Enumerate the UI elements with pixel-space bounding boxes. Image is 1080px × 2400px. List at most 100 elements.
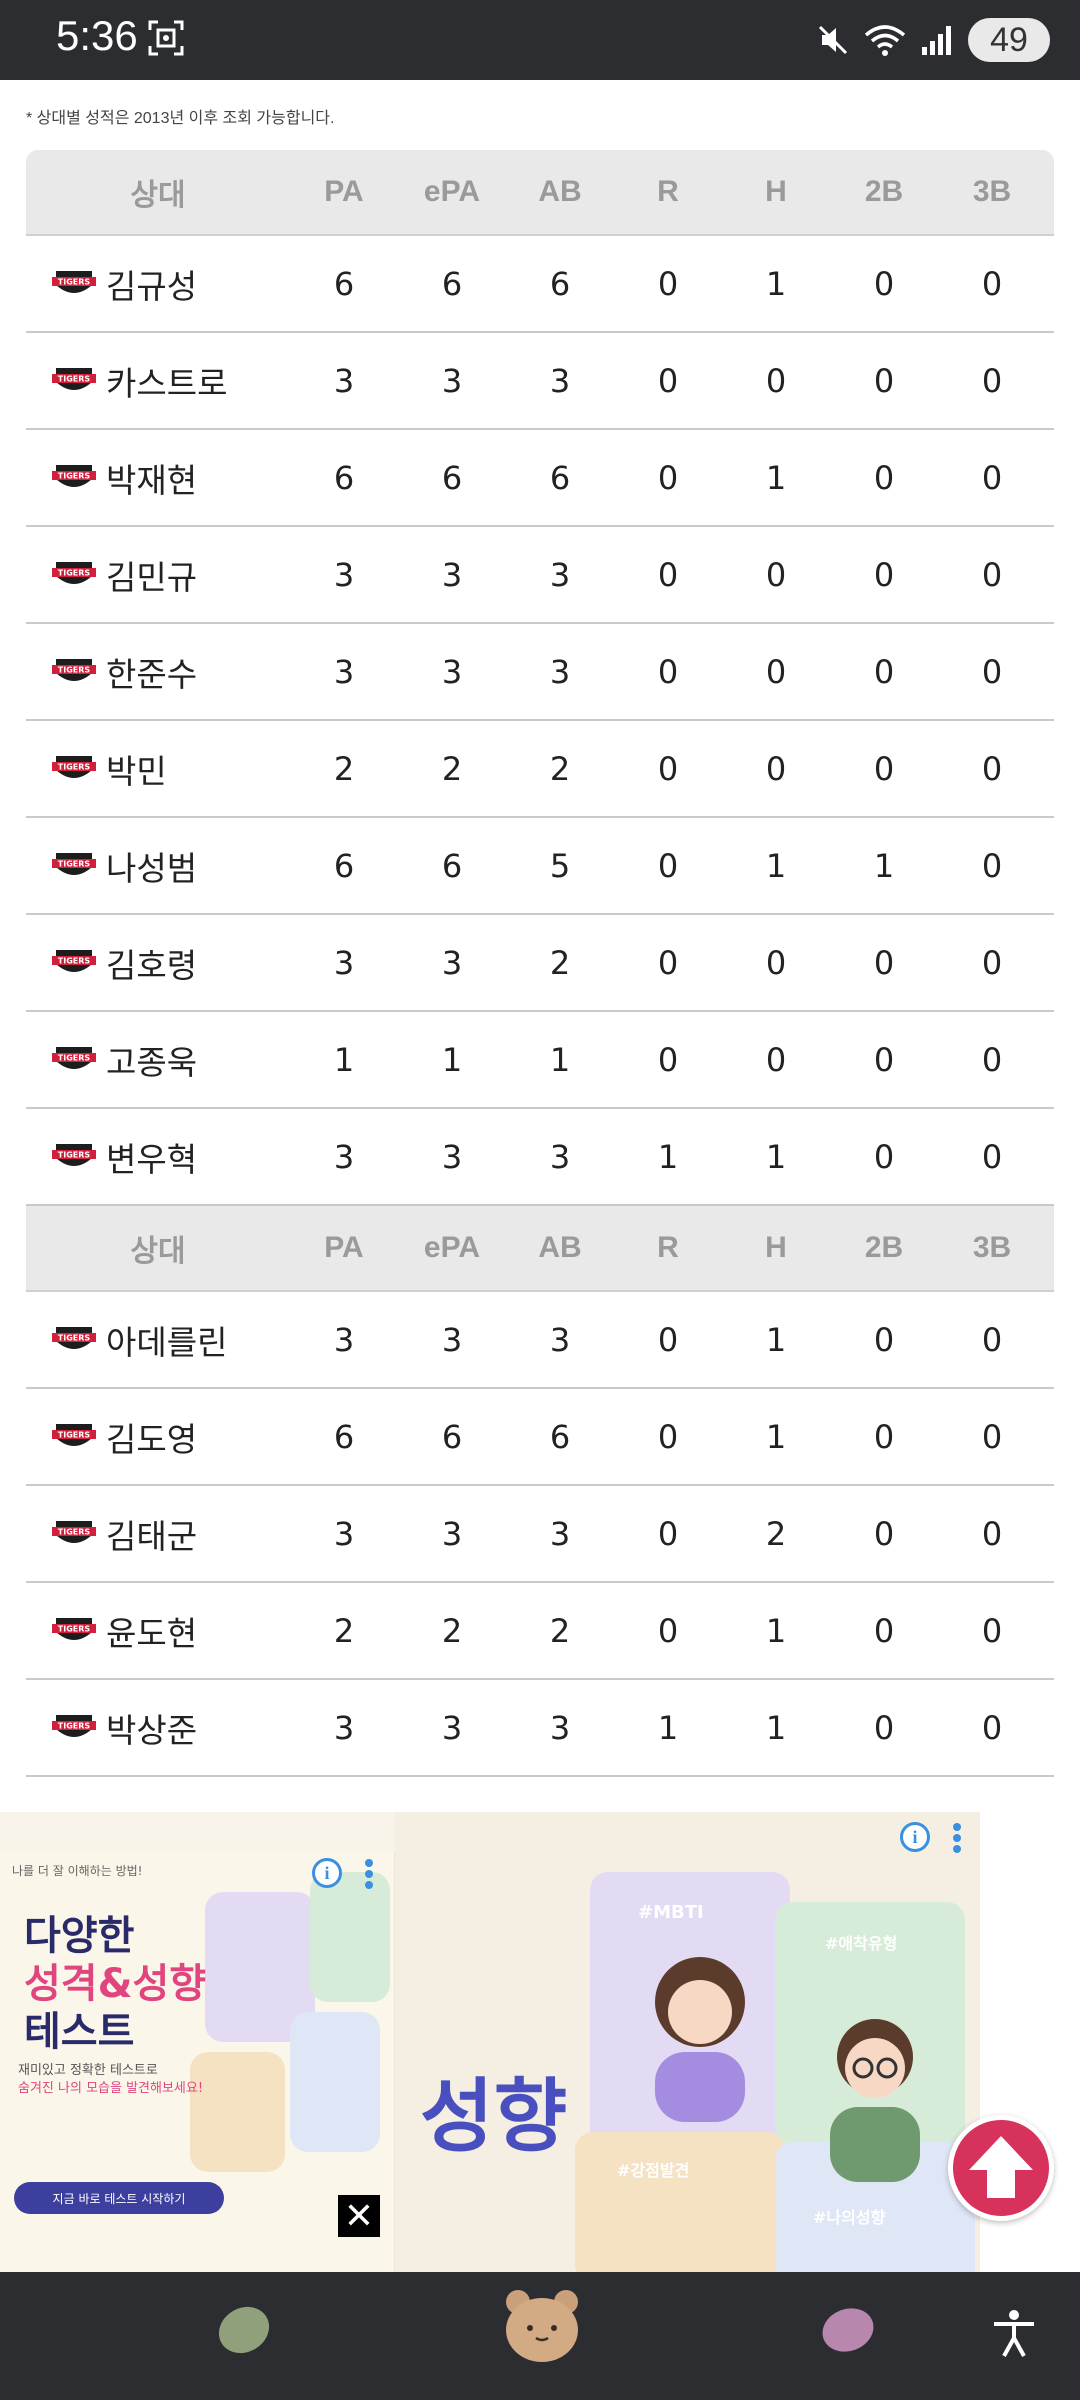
stat-3b: 0 — [981, 555, 1003, 594]
table-row[interactable]: TIGERS 김도영 6 6 6 0 1 0 0 — [26, 1389, 1054, 1486]
table-row[interactable]: TIGERS 박민 2 2 2 0 0 0 0 — [26, 721, 1054, 818]
player-name[interactable]: 박민 — [106, 745, 167, 793]
stat-r: 0 — [657, 361, 679, 400]
ad-info-icon-secondary[interactable]: i — [900, 1822, 930, 1852]
stat-h: 1 — [765, 1611, 787, 1650]
stat-ab: 6 — [549, 458, 571, 497]
stat-2b: 0 — [873, 264, 895, 303]
stat-2b: 0 — [873, 1417, 895, 1456]
tigers-logo-text: TIGERS — [58, 1430, 91, 1439]
column-header-epa[interactable]: ePA — [398, 175, 506, 209]
stat-2b: 0 — [873, 1320, 895, 1359]
purple-bean-icon[interactable] — [812, 2292, 884, 2364]
column-header-ab[interactable]: AB — [506, 175, 614, 209]
player-name[interactable]: 카스트로 — [106, 357, 227, 405]
stat-r: 0 — [657, 1417, 679, 1456]
ad-tag-mbti: #MBTI — [638, 1902, 704, 1923]
stat-epa: 3 — [441, 1708, 463, 1747]
scroll-top-button[interactable] — [948, 2115, 1054, 2221]
table-row[interactable]: TIGERS 아데를린 3 3 3 0 1 0 0 — [26, 1292, 1054, 1389]
column-header-pa[interactable]: PA — [290, 1231, 398, 1265]
table-row[interactable]: TIGERS 김호령 3 3 2 0 0 0 0 — [26, 915, 1054, 1012]
player-name[interactable]: 나성범 — [106, 842, 197, 890]
table-row[interactable]: TIGERS 카스트로 3 3 3 0 0 0 0 — [26, 333, 1054, 430]
tigers-logo-text: TIGERS — [58, 1053, 91, 1062]
stat-ab: 1 — [549, 1040, 571, 1079]
player-name[interactable]: 김도영 — [106, 1413, 197, 1461]
bear-face-icon[interactable] — [500, 2284, 584, 2368]
stat-ab: 5 — [549, 846, 571, 885]
stat-r: 0 — [657, 1040, 679, 1079]
column-header-r[interactable]: R — [614, 175, 722, 209]
column-header-h[interactable]: H — [722, 175, 830, 209]
ad-menu-dots-icon[interactable] — [364, 1856, 374, 1892]
ad-info-icon[interactable]: i — [312, 1858, 342, 1888]
accessibility-icon[interactable] — [988, 2308, 1040, 2360]
column-header-pa[interactable]: PA — [290, 175, 398, 209]
table-row[interactable]: TIGERS 윤도현 2 2 2 0 1 0 0 — [26, 1583, 1054, 1680]
column-header-epa[interactable]: ePA — [398, 1231, 506, 1265]
ad-mini-card-3 — [290, 2012, 380, 2152]
column-header-ab[interactable]: AB — [506, 1231, 614, 1265]
column-header-h[interactable]: H — [722, 1231, 830, 1265]
player-name[interactable]: 한준수 — [106, 648, 197, 696]
player-name[interactable]: 변우혁 — [106, 1133, 197, 1181]
column-header-r[interactable]: R — [614, 1231, 722, 1265]
table-row[interactable]: TIGERS 박상준 3 3 3 1 1 0 0 — [26, 1680, 1054, 1777]
green-bean-icon[interactable] — [208, 2292, 280, 2364]
tigers-logo-icon: TIGERS — [52, 1423, 96, 1446]
opponent-cell: TIGERS 고종욱 — [26, 1036, 290, 1084]
column-header-3b[interactable]: 3B — [938, 1231, 1046, 1265]
tigers-logo-text: TIGERS — [58, 956, 91, 965]
stat-pa: 3 — [333, 1708, 355, 1747]
column-header-상대[interactable]: 상대 — [26, 170, 290, 214]
tigers-logo-icon: TIGERS — [52, 1143, 96, 1166]
stat-ab: 3 — [549, 652, 571, 691]
ad-banner[interactable]: #MBTI #애착유형 #강점발견 #나의성향 성향 나를 더 잘 이해하는 방… — [0, 1812, 980, 2272]
stat-h: 1 — [765, 1708, 787, 1747]
table-row[interactable]: TIGERS 나성범 6 6 5 0 1 1 0 — [26, 818, 1054, 915]
stat-3b: 0 — [981, 361, 1003, 400]
stat-epa: 6 — [441, 458, 463, 497]
column-header-2b[interactable]: 2B — [830, 1231, 938, 1265]
tigers-logo-text: TIGERS — [58, 374, 91, 383]
table-row[interactable]: TIGERS 변우혁 3 3 3 1 1 0 0 — [26, 1109, 1054, 1206]
column-header-상대[interactable]: 상대 — [26, 1226, 290, 1270]
table-row[interactable]: TIGERS 김규성 6 6 6 0 1 0 0 — [26, 236, 1054, 333]
player-name[interactable]: 고종욱 — [106, 1036, 197, 1084]
table-row[interactable]: TIGERS 김민규 3 3 3 0 0 0 0 — [26, 527, 1054, 624]
player-name[interactable]: 김규성 — [106, 260, 197, 308]
opponent-cell: TIGERS 나성범 — [26, 842, 290, 890]
stat-pa: 3 — [333, 1137, 355, 1176]
stat-3b: 0 — [981, 749, 1003, 788]
table-row[interactable]: TIGERS 박재현 6 6 6 0 1 0 0 — [26, 430, 1054, 527]
opponent-cell: TIGERS 윤도현 — [26, 1607, 290, 1655]
stat-epa: 1 — [441, 1040, 463, 1079]
player-name[interactable]: 박상준 — [106, 1704, 197, 1752]
tigers-logo-text: TIGERS — [58, 568, 91, 577]
player-name[interactable]: 김민규 — [106, 551, 197, 599]
ad-start-test-button[interactable]: 지금 바로 테스트 시작하기 — [14, 2182, 224, 2214]
player-name[interactable]: 윤도현 — [106, 1607, 197, 1655]
ad-headline: 다양한 성격&성향 테스트 — [24, 1912, 206, 2056]
ad-close-button[interactable]: ✕ — [338, 2195, 380, 2237]
player-name[interactable]: 아데를린 — [106, 1316, 227, 1364]
stat-r: 0 — [657, 1320, 679, 1359]
tigers-logo-text: TIGERS — [58, 762, 91, 771]
player-name[interactable]: 박재현 — [106, 454, 197, 502]
table-row[interactable]: TIGERS 김태군 3 3 3 0 2 0 0 — [26, 1486, 1054, 1583]
column-header-2b[interactable]: 2B — [830, 175, 938, 209]
stat-3b: 0 — [981, 652, 1003, 691]
stat-2b: 0 — [873, 652, 895, 691]
table-row[interactable]: TIGERS 고종욱 1 1 1 0 0 0 0 — [26, 1012, 1054, 1109]
status-right: 49 — [816, 14, 1050, 66]
ad-menu-dots-icon-secondary[interactable] — [952, 1820, 962, 1856]
player-name[interactable]: 김호령 — [106, 939, 197, 987]
stat-r: 0 — [657, 1514, 679, 1553]
table-row[interactable]: TIGERS 한준수 3 3 3 0 0 0 0 — [26, 624, 1054, 721]
column-header-3b[interactable]: 3B — [938, 175, 1046, 209]
arrow-up-icon — [969, 2136, 1033, 2198]
stat-3b: 0 — [981, 846, 1003, 885]
player-name[interactable]: 김태군 — [106, 1510, 197, 1558]
stat-3b: 0 — [981, 1708, 1003, 1747]
